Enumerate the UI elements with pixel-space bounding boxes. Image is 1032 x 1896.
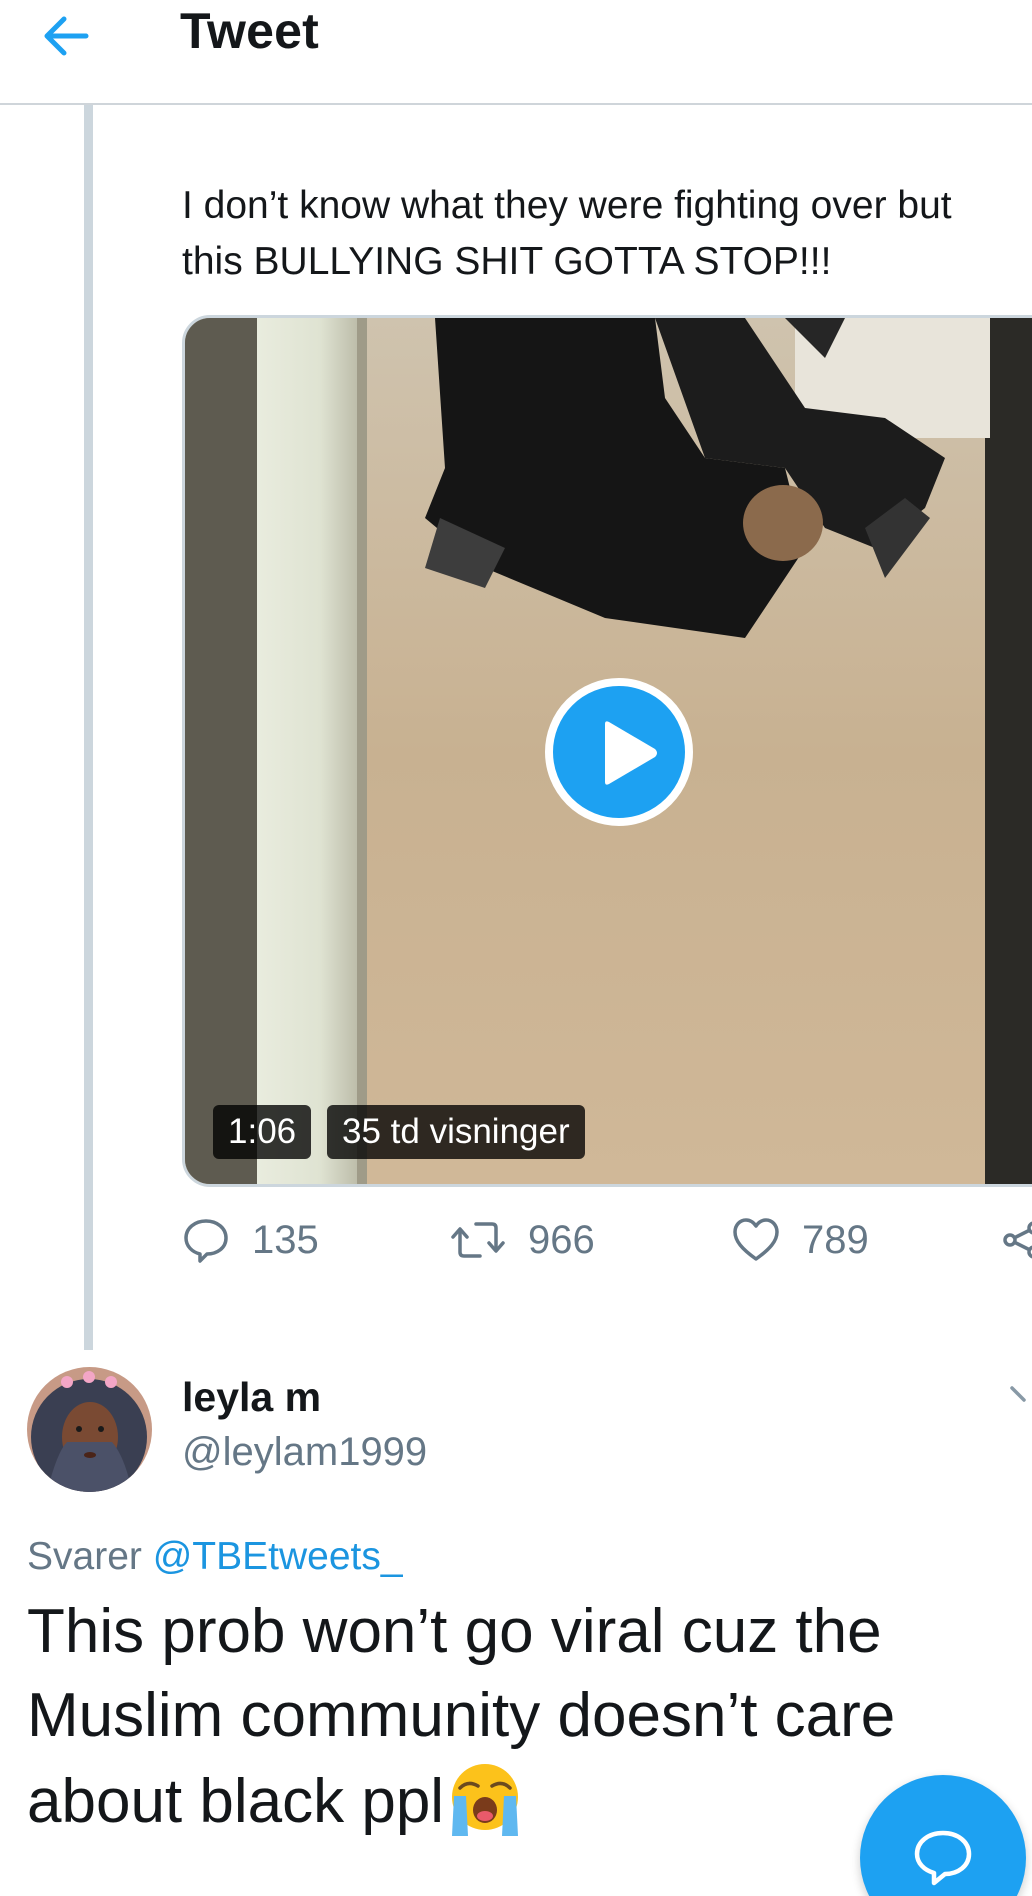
replying-to-line: Svarer @TBEtweets_: [27, 1535, 403, 1579]
like-button[interactable]: 789: [732, 1210, 869, 1270]
video-player[interactable]: 1:06 35 td visninger: [182, 315, 1032, 1187]
avatar-image: [27, 1367, 152, 1492]
thread-connector: [84, 105, 93, 1350]
tweet-detail-page: Tweet knocked the f*ck out I don’t know …: [0, 0, 1032, 1896]
retweet-icon: [451, 1222, 505, 1258]
tweet-text: I don’t know what they were fighting ove…: [182, 178, 1032, 290]
loudly-crying-face-icon: [452, 1764, 519, 1836]
like-count: 789: [802, 1217, 869, 1262]
compose-reply-icon: [914, 1830, 972, 1886]
replying-to-prefix: Svarer: [27, 1535, 142, 1578]
video-duration-badge: 1:06: [213, 1105, 312, 1159]
tweet-text-line: this BULLYING SHIT GOTTA STOP!!!: [182, 240, 832, 283]
arrow-left-icon: [44, 16, 89, 56]
reply-count: 135: [252, 1217, 319, 1262]
more-options-button[interactable]: [1010, 1380, 1032, 1410]
video-views-badge: 35 td visninger: [327, 1105, 585, 1159]
share-button[interactable]: [1002, 1210, 1032, 1270]
share-icon: [1003, 1221, 1032, 1259]
author-handle[interactable]: @leylam1999: [182, 1430, 427, 1475]
heart-icon: [733, 1218, 779, 1261]
retweet-count: 966: [528, 1217, 595, 1262]
play-button[interactable]: [545, 678, 693, 826]
reply-button[interactable]: 135: [182, 1210, 319, 1270]
tweet-action-bar: 135 966 789: [182, 1210, 1032, 1270]
page-title: Tweet: [180, 3, 319, 59]
back-button[interactable]: [38, 6, 100, 66]
reply-text: This prob won’t go viral cuz the Muslim …: [27, 1590, 987, 1844]
top-app-bar: Tweet: [0, 0, 1032, 105]
chevron-down-icon: [1010, 1386, 1026, 1402]
author-name[interactable]: leyla m: [182, 1374, 321, 1421]
avatar[interactable]: [27, 1367, 152, 1492]
retweet-button[interactable]: 966: [450, 1210, 595, 1270]
tweet-text-line: I don’t know what they were fighting ove…: [182, 184, 952, 227]
reply-icon: [184, 1219, 228, 1263]
play-icon: [605, 721, 657, 785]
replying-to-mention[interactable]: @TBEtweets_: [153, 1535, 403, 1578]
